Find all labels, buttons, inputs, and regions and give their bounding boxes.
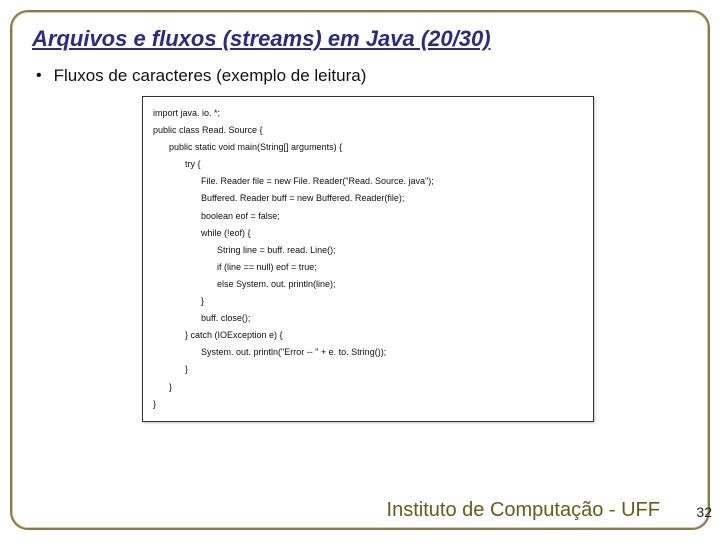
code-line: public static void main(String[] argumen… [153,139,583,156]
bullet-dot: • [36,67,42,85]
code-line: try { [153,156,583,173]
code-line: boolean eof = false; [153,208,583,225]
slide-frame: Arquivos e fluxos (streams) em Java (20/… [10,10,710,530]
page-number: 32 [696,504,712,520]
code-line: File. Reader file = new File. Reader("Re… [153,173,583,190]
code-box: import java. io. *; public class Read. S… [142,96,594,422]
code-line: } [153,379,583,396]
bullet-text: Fluxos de caracteres (exemplo de leitura… [54,66,367,86]
code-line: import java. io. *; [153,105,583,122]
code-line: while (!eof) { [153,225,583,242]
code-line: } [153,396,583,413]
bullet-row: • Fluxos de caracteres (exemplo de leitu… [32,66,688,86]
code-line: } [153,361,583,378]
code-line: else System. out. println(line); [153,276,583,293]
code-line: Buffered. Reader buff = new Buffered. Re… [153,190,583,207]
code-line: } [153,293,583,310]
code-line: System. out. println("Error -- " + e. to… [153,344,583,361]
code-line: } catch (IOException e) { [153,327,583,344]
code-line: if (line == null) eof = true; [153,259,583,276]
slide-title: Arquivos e fluxos (streams) em Java (20/… [32,26,688,52]
code-line: buff. close(); [153,310,583,327]
code-line: public class Read. Source { [153,122,583,139]
code-line: String line = buff. read. Line(); [153,242,583,259]
footer-text: Instituto de Computação - UFF [387,499,660,522]
